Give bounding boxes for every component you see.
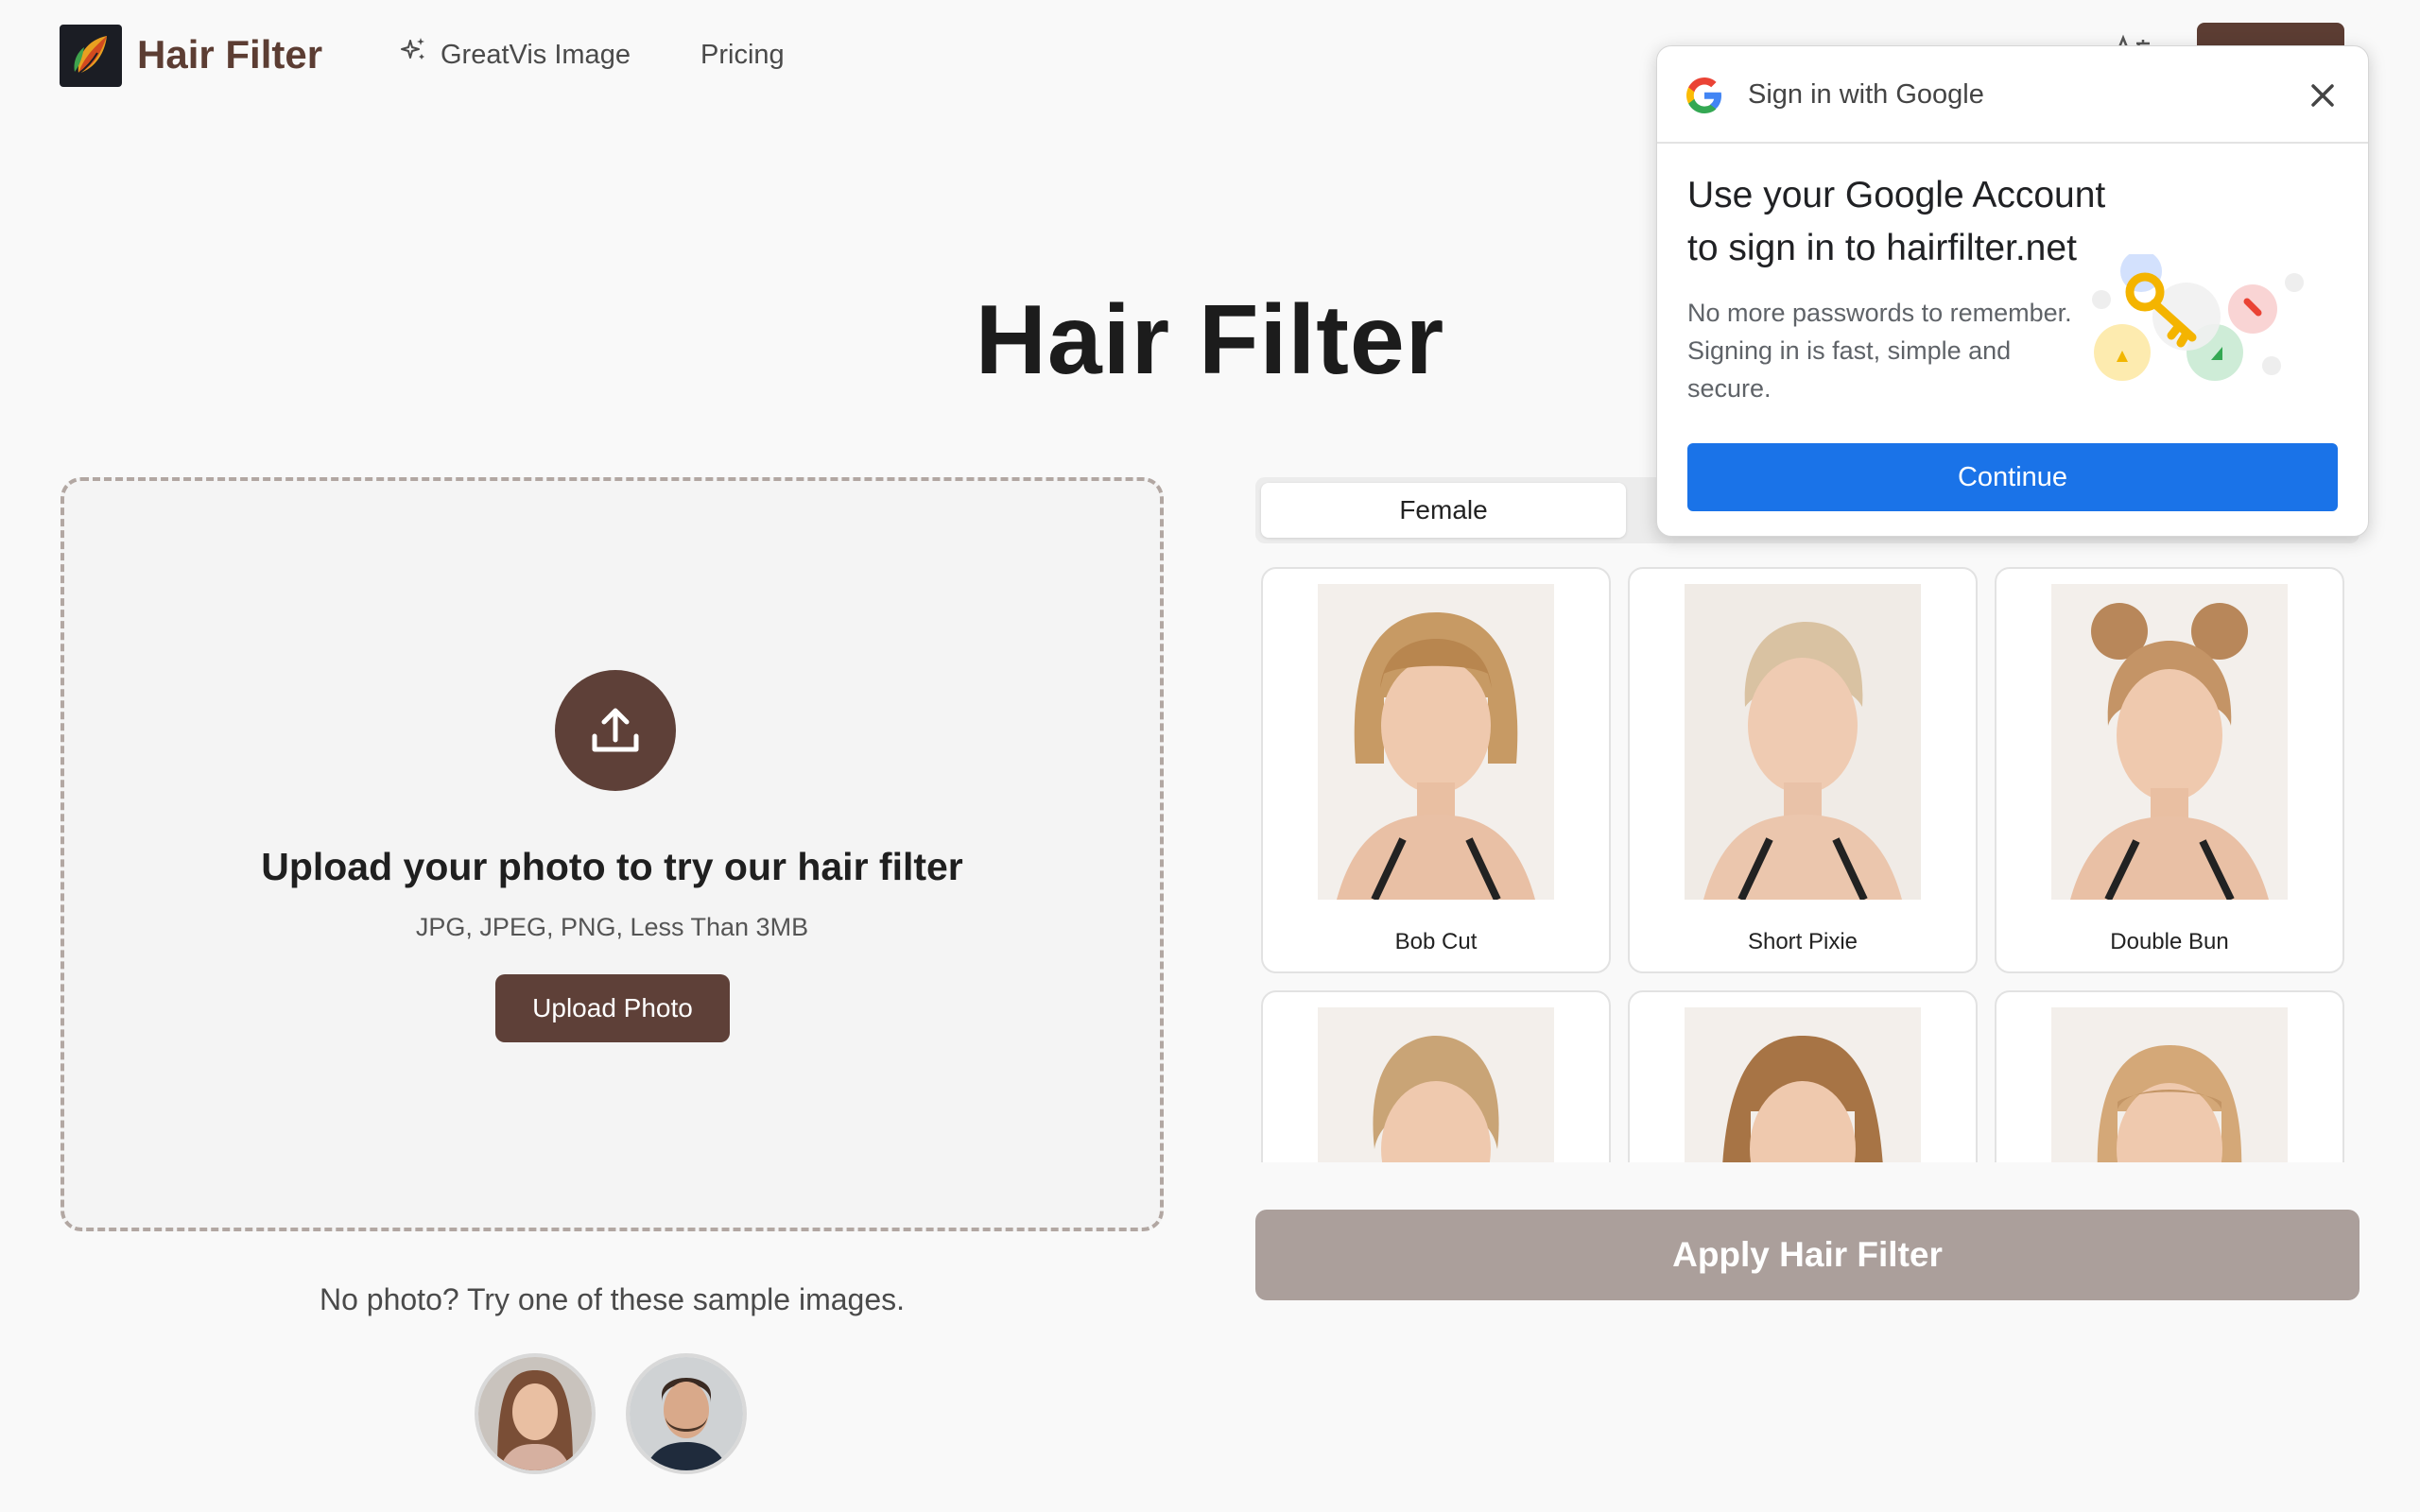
google-popup-header-text: Sign in with Google: [1748, 79, 1984, 110]
upload-icon[interactable]: [555, 670, 676, 791]
nav-label: Pricing: [700, 40, 785, 70]
google-popup-header: Sign in with Google: [1657, 46, 2368, 144]
upload-heading: Upload your photo to try our hair filter: [261, 845, 963, 888]
hairstyle-preview-image: [1318, 584, 1554, 900]
upload-photo-button[interactable]: Upload Photo: [495, 974, 730, 1042]
google-continue-button[interactable]: Continue: [1687, 443, 2338, 511]
nav-label: GreatVis Image: [441, 40, 631, 70]
tab-female[interactable]: Female: [1261, 483, 1626, 538]
nav-greatvis-image[interactable]: GreatVis Image: [399, 34, 631, 76]
hairstyle-preview-image: [1685, 1007, 1921, 1162]
sample-image-female[interactable]: [475, 1353, 596, 1474]
hairstyle-grid: Bob Cut Short Pixie Double Bun: [1261, 567, 2348, 1162]
google-signin-popup: Sign in with Google Use your Google Acco…: [1656, 45, 2369, 537]
hairstyle-card-bob-cut[interactable]: Bob Cut: [1261, 567, 1611, 973]
hairstyle-label: Double Bun: [2110, 929, 2229, 954]
hairstyle-label: Short Pixie: [1747, 929, 1858, 954]
hairstyle-card[interactable]: [1261, 990, 1611, 1162]
brand-logo[interactable]: [60, 25, 122, 87]
hairstyle-card-short-pixie[interactable]: Short Pixie: [1628, 567, 1978, 973]
nav-pricing[interactable]: Pricing: [700, 34, 785, 76]
hairstyle-preview-image: [2051, 584, 2288, 900]
upload-formats: JPG, JPEG, PNG, Less Than 3MB: [415, 913, 809, 941]
hairstyle-label: Bob Cut: [1394, 929, 1478, 954]
brand-name[interactable]: Hair Filter: [137, 28, 322, 81]
google-popup-description: No more passwords to remember. Signing i…: [1687, 299, 2072, 403]
apply-hair-filter-button[interactable]: Apply Hair Filter: [1255, 1210, 2360, 1300]
key-illustration-icon: [2086, 250, 2313, 415]
google-logo-icon: [1685, 77, 1723, 114]
sample-image-male[interactable]: [626, 1353, 747, 1474]
upload-dropzone[interactable]: Upload your photo to try our hair filter…: [60, 477, 1164, 1231]
hairstyle-preview-image: [1318, 1007, 1554, 1162]
hairstyle-card[interactable]: [1628, 990, 1978, 1162]
close-icon[interactable]: [2302, 75, 2343, 116]
hairstyle-preview-image: [1685, 584, 1921, 900]
hairstyle-preview-image: [2051, 1007, 2288, 1162]
google-popup-title: Use your Google Account to sign in to ha…: [1687, 175, 2106, 268]
hairstyle-card[interactable]: [1995, 990, 2344, 1162]
sample-images-text: No photo? Try one of these sample images…: [319, 1282, 905, 1316]
sparkle-icon: [399, 34, 427, 76]
hairstyle-card-double-bun[interactable]: Double Bun: [1995, 567, 2344, 973]
